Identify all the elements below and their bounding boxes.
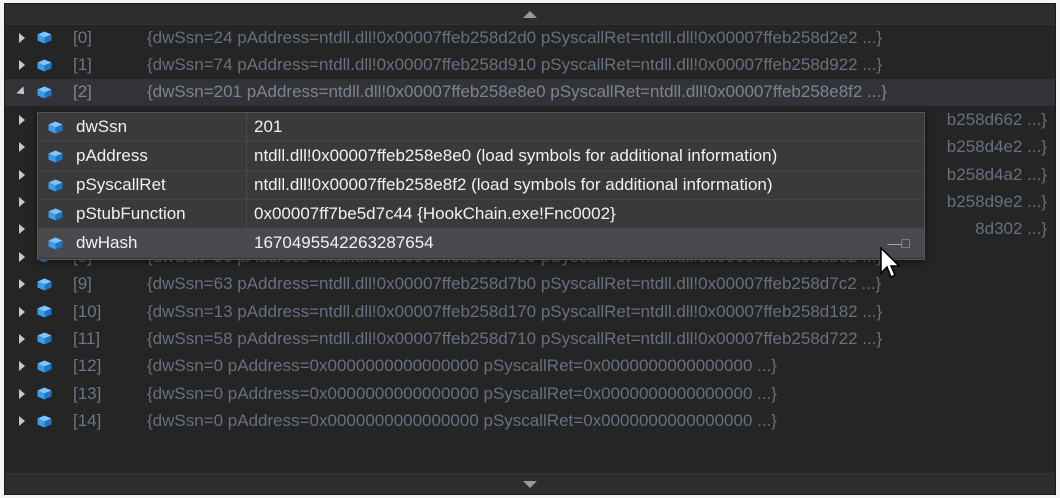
object-cube-icon [37, 278, 52, 291]
array-item-row[interactable]: [0] {dwSsn=24 pAddress=ntdll.dll!0x00007f… [5, 24, 1055, 51]
array-item-row[interactable]: [13] {dwSsn=0 pAddress=0x0000000000000000… [5, 380, 1055, 407]
scroll-up-button[interactable] [5, 4, 1055, 25]
column-divider [246, 171, 247, 199]
expand-arrow-icon[interactable] [19, 114, 25, 125]
expand-arrow-icon[interactable] [19, 142, 25, 153]
expand-arrow-icon[interactable] [19, 416, 25, 427]
expand-arrow-icon[interactable] [19, 60, 25, 71]
member-value: 0x00007ff7be5d7c44 {HookChain.exe!Fnc000… [254, 204, 616, 223]
array-item-row[interactable]: [1] {dwSsn=74 pAddress=ntdll.dll!0x00007f… [5, 51, 1055, 78]
expand-arrow-icon[interactable] [19, 333, 25, 344]
object-cube-icon [37, 387, 52, 400]
array-item-row[interactable]: [2] {dwSsn=201 pAddress=ntdll.dll!0x00007… [5, 78, 1055, 107]
member-value: ntdll.dll!0x00007ffeb258e8f2 (load symbo… [254, 175, 773, 194]
item-index: [14] [73, 411, 102, 431]
object-cube-icon [48, 208, 63, 220]
expand-arrow-icon[interactable] [19, 388, 25, 399]
member-value: ntdll.dll!0x00007ffeb258e8e0 (load symbo… [254, 146, 778, 165]
item-index: [11] [73, 328, 101, 348]
object-cube-icon [48, 150, 63, 162]
expand-arrow-icon[interactable] [19, 224, 25, 235]
member-value: 1670495542263287654 [254, 233, 434, 252]
mouse-cursor-icon [880, 247, 901, 279]
item-value: {dwSsn=0 pAddress=0x0000000000000000 pSy… [147, 356, 777, 376]
member-name: pSyscallRet [76, 175, 166, 194]
expand-arrow-icon[interactable] [19, 279, 25, 290]
member-row-pStubFunction[interactable]: pStubFunction 0x00007ff7be5d7c44 {HookCha… [38, 200, 924, 229]
member-name: dwHash [76, 233, 138, 252]
column-divider [246, 113, 247, 141]
item-value: b258d4e2 ...} [946, 137, 1047, 157]
array-item-row[interactable]: [14] {dwSsn=0 pAddress=0x0000000000000000… [5, 407, 1055, 434]
array-item-row[interactable]: [10] {dwSsn=13 pAddress=ntdll.dll!0x00007… [5, 298, 1055, 325]
item-index: [12] [73, 356, 102, 376]
item-value: b258d4a2 ...} [946, 164, 1047, 184]
column-divider [246, 229, 247, 257]
item-value: {dwSsn=24 pAddress=ntdll.dll!0x00007ffeb… [147, 27, 883, 47]
expand-arrow-icon[interactable] [19, 197, 25, 208]
item-value: {dwSsn=58 pAddress=ntdll.dll!0x00007ffeb… [147, 328, 883, 348]
object-cube-icon [37, 332, 52, 345]
object-cube-icon [48, 121, 63, 133]
object-cube-icon [37, 86, 52, 99]
member-row-pAddress[interactable]: pAddress ntdll.dll!0x00007ffeb258e8e0 (lo… [38, 142, 924, 171]
member-row-pSyscallRet[interactable]: pSyscallRet ntdll.dll!0x00007ffeb258e8f2 … [38, 171, 924, 200]
item-value: b258d662 ...} [946, 109, 1047, 129]
expand-arrow-icon[interactable] [19, 361, 25, 372]
expand-arrow-icon[interactable] [19, 306, 25, 317]
item-value: {dwSsn=0 pAddress=0x0000000000000000 pSy… [147, 383, 777, 403]
item-index: [0] [73, 27, 92, 47]
scroll-up-icon [523, 10, 537, 18]
member-row-dwSsn[interactable]: dwSsn 201 [38, 113, 924, 142]
item-index: [2] [73, 82, 92, 102]
expand-arrow-icon[interactable] [16, 86, 28, 99]
column-divider [246, 142, 247, 170]
expanded-item-popup: dwSsn 201 pAddress ntdll.dll!0x00007ffeb258… [37, 112, 925, 260]
item-index: [13] [73, 383, 102, 403]
object-cube-icon [48, 237, 63, 249]
item-value: {dwSsn=74 pAddress=ntdll.dll!0x00007ffeb… [147, 55, 883, 75]
object-cube-icon [37, 59, 52, 72]
item-value: {dwSsn=63 pAddress=ntdll.dll!0x00007ffeb… [147, 274, 882, 294]
column-divider [246, 200, 247, 228]
member-name: pAddress [76, 146, 148, 165]
item-index: [10] [73, 301, 102, 321]
expand-arrow-icon[interactable] [19, 169, 25, 180]
member-row-dwHash[interactable]: dwHash 1670495542263287654 —□ [38, 229, 924, 258]
scroll-down-button[interactable] [5, 473, 1055, 494]
array-item-row[interactable]: [11] {dwSsn=58 pAddress=ntdll.dll!0x00007… [5, 325, 1055, 352]
item-index: [9] [73, 274, 92, 294]
item-value: {dwSsn=0 pAddress=0x0000000000000000 pSy… [147, 411, 777, 431]
item-value: {dwSsn=13 pAddress=ntdll.dll!0x00007ffeb… [147, 301, 883, 321]
member-value: 201 [254, 117, 283, 136]
object-cube-icon [37, 360, 52, 373]
item-index: [1] [73, 55, 92, 75]
expand-arrow-icon[interactable] [19, 32, 25, 43]
object-cube-icon [48, 179, 63, 191]
member-name: dwSsn [76, 117, 128, 136]
object-cube-icon [37, 305, 52, 318]
item-value: b258d9e2 ...} [946, 192, 1047, 212]
object-cube-icon [37, 31, 52, 44]
item-value: 8d302 ...} [975, 219, 1047, 239]
scroll-down-icon [523, 480, 537, 488]
member-name: pStubFunction [76, 204, 186, 223]
item-value: {dwSsn=201 pAddress=ntdll.dll!0x00007ffe… [147, 82, 887, 102]
array-item-row[interactable]: [12] {dwSsn=0 pAddress=0x0000000000000000… [5, 353, 1055, 380]
object-cube-icon [37, 415, 52, 428]
expand-arrow-icon[interactable] [19, 251, 25, 262]
